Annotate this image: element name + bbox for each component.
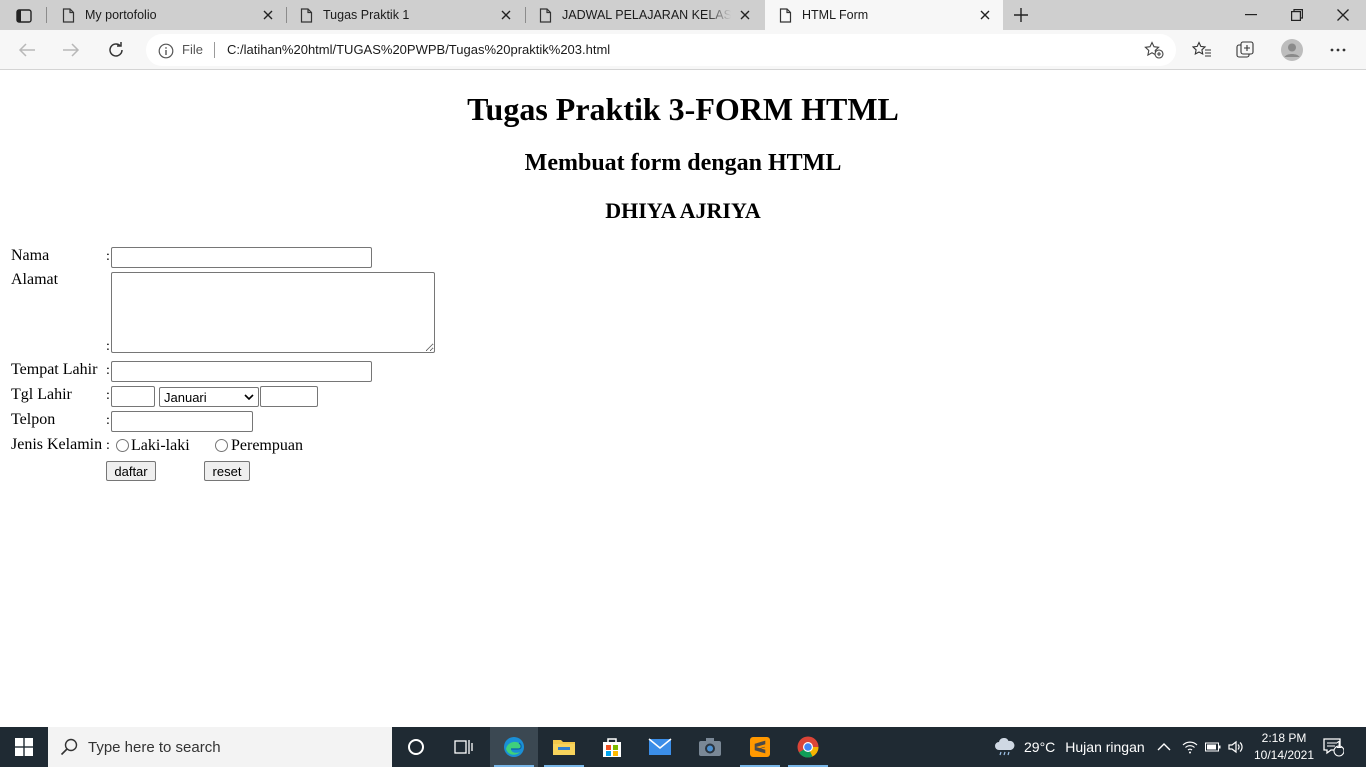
wifi-icon[interactable]	[1182, 727, 1198, 767]
tab-title: HTML Form	[802, 8, 869, 22]
tab-actions-icon[interactable]	[10, 6, 38, 26]
jenis-kelamin-label: Jenis Kelamin	[11, 436, 103, 453]
page-icon	[539, 7, 552, 23]
tab-separator	[46, 7, 47, 23]
url-text[interactable]: C:/latihan%20html/TUGAS%20PWPB/Tugas%20p…	[227, 42, 610, 57]
back-icon[interactable]	[12, 36, 42, 64]
tab-my-portofolio[interactable]: My portofolio	[48, 0, 286, 30]
search-icon	[60, 738, 78, 756]
battery-icon[interactable]	[1205, 727, 1221, 767]
clock[interactable]: 2:18 PM 10/14/2021	[1248, 730, 1320, 764]
separator: :	[106, 413, 110, 428]
radio-perempuan[interactable]	[215, 439, 228, 452]
separator: :	[106, 438, 110, 453]
forward-icon[interactable]	[56, 36, 86, 64]
page-subtitle: Membuat form dengan HTML	[524, 150, 842, 176]
radio-laki-laki[interactable]	[116, 439, 129, 452]
window-close-icon[interactable]	[1320, 0, 1366, 30]
clock-time: 2:18 PM	[1261, 731, 1307, 745]
separator: :	[106, 363, 110, 378]
tab-tugas-praktik-1[interactable]: Tugas Praktik 1	[286, 0, 524, 30]
close-icon[interactable]	[254, 1, 282, 29]
windows-start-icon[interactable]	[0, 727, 48, 767]
bulan-selected-value: Januari	[164, 389, 207, 405]
reset-button[interactable]: reset	[204, 461, 250, 481]
favorites-icon[interactable]	[1190, 38, 1214, 62]
camera-icon[interactable]	[686, 727, 734, 767]
chevron-down-icon	[244, 394, 254, 400]
file-explorer-icon[interactable]	[540, 727, 588, 767]
telpon-label: Telpon	[11, 411, 56, 428]
tab-html-form[interactable]: HTML Form	[765, 0, 1003, 30]
author-name: DHIYA AJRIYA	[605, 198, 761, 223]
radio-laki-laki-label: Laki-laki	[131, 437, 190, 454]
address-bar[interactable]: File C:/latihan%20html/TUGAS%20PWPB/Tuga…	[146, 34, 1176, 66]
tab-strip: My portofolio Tugas Praktik 1 JADWAL PEL…	[0, 0, 1366, 30]
minimize-icon[interactable]	[1228, 0, 1274, 30]
close-icon[interactable]	[492, 1, 520, 29]
tab-title: My portofolio	[85, 8, 157, 22]
volume-icon[interactable]	[1228, 727, 1244, 767]
separator: :	[106, 249, 110, 264]
page-icon	[62, 7, 75, 23]
alamat-label: Alamat	[11, 271, 59, 288]
tanggal-input[interactable]	[111, 386, 155, 407]
tab-title: Tugas Praktik 1	[323, 8, 410, 22]
close-icon[interactable]	[731, 1, 759, 29]
show-hidden-icons-icon[interactable]	[1157, 727, 1171, 767]
page-title: Tugas Praktik 3-FORM HTML	[467, 91, 899, 127]
daftar-button[interactable]: daftar	[106, 461, 156, 481]
notification-center-icon[interactable]: 1	[1322, 727, 1344, 767]
page-content: Tugas Praktik 3-FORM HTML Membuat form d…	[0, 71, 1366, 727]
nama-label: Nama	[11, 247, 50, 264]
radio-perempuan-label: Perempuan	[231, 437, 303, 454]
add-favorite-icon[interactable]	[1144, 41, 1164, 59]
taskbar: Type here to search 29°C Hujan ringan 2:…	[0, 727, 1366, 767]
info-icon[interactable]	[158, 43, 174, 59]
taskbar-search-box[interactable]: Type here to search	[48, 727, 392, 767]
cortana-icon[interactable]	[392, 727, 440, 767]
tab-jadwal-pelajaran[interactable]: JADWAL PELAJARAN KELAS XI RPL	[525, 0, 763, 30]
notification-count: 1	[1336, 740, 1342, 751]
tempat-lahir-input[interactable]	[111, 361, 372, 382]
mail-icon[interactable]	[636, 727, 684, 767]
refresh-icon[interactable]	[101, 36, 131, 64]
clock-date: 10/14/2021	[1253, 748, 1315, 762]
separator: :	[106, 339, 110, 354]
cloud-rain-icon	[995, 738, 1015, 756]
close-icon[interactable]	[971, 1, 999, 29]
alamat-textarea[interactable]	[111, 272, 435, 353]
telpon-input[interactable]	[111, 411, 253, 432]
collections-icon[interactable]	[1234, 38, 1258, 62]
weather-widget[interactable]: 29°C Hujan ringan	[994, 727, 1145, 767]
more-menu-icon[interactable]	[1326, 38, 1350, 62]
edge-app-icon[interactable]	[490, 727, 538, 767]
tempat-lahir-label: Tempat Lahir	[11, 361, 98, 378]
profile-avatar-icon[interactable]	[1280, 38, 1304, 62]
scheme-label: File	[182, 42, 203, 57]
weather-temp: 29°C	[1024, 739, 1056, 755]
browser-toolbar: File C:/latihan%20html/TUGAS%20PWPB/Tuga…	[0, 30, 1366, 70]
new-tab-icon[interactable]	[1008, 2, 1034, 28]
tahun-input[interactable]	[260, 386, 318, 407]
address-separator	[214, 42, 215, 58]
tgl-lahir-label: Tgl Lahir	[11, 386, 72, 403]
page-icon	[300, 7, 313, 23]
restore-icon[interactable]	[1274, 0, 1320, 30]
sublime-text-icon[interactable]	[736, 727, 784, 767]
page-icon	[779, 7, 792, 23]
tab-title: JADWAL PELAJARAN KELAS XI RPL	[562, 8, 731, 22]
bulan-select[interactable]: Januari	[159, 387, 259, 407]
weather-desc: Hujan ringan	[1065, 739, 1145, 755]
separator: :	[106, 388, 110, 403]
nama-input[interactable]	[111, 247, 372, 268]
microsoft-store-icon[interactable]	[588, 727, 636, 767]
chrome-icon[interactable]	[784, 727, 832, 767]
task-view-icon[interactable]	[440, 727, 488, 767]
search-placeholder: Type here to search	[88, 738, 221, 756]
